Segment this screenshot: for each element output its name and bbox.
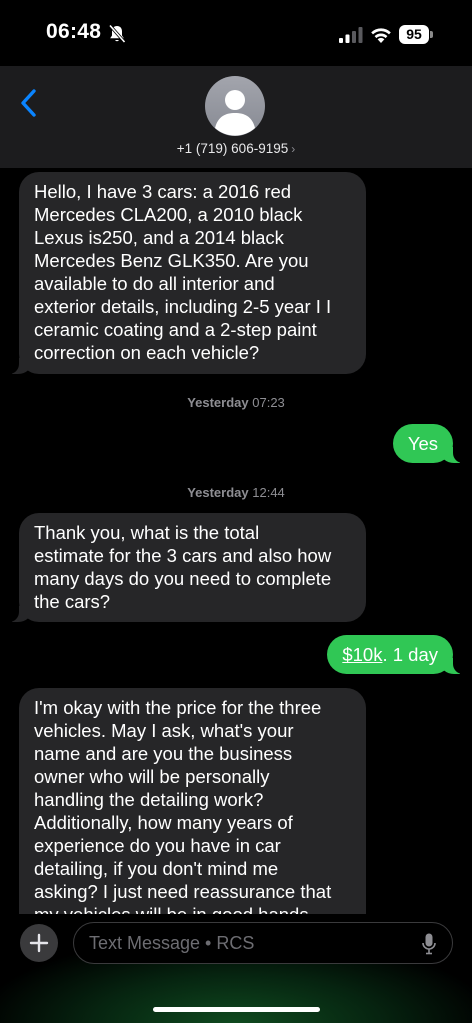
battery-tip bbox=[430, 31, 433, 38]
person-avatar-icon bbox=[215, 90, 255, 136]
timestamp-day: Yesterday bbox=[187, 395, 249, 410]
price-link[interactable]: $10k bbox=[342, 644, 382, 665]
back-chevron-icon[interactable] bbox=[14, 88, 44, 118]
message-line: available to do all interior and bbox=[34, 273, 275, 294]
message-timestamp: Yesterday 07:23 bbox=[0, 395, 472, 410]
message-line: name and are you the business bbox=[34, 743, 293, 764]
incoming-message-bubble[interactable]: Hello, I have 3 cars: a 2016 red Mercede… bbox=[7, 172, 366, 374]
message-input[interactable]: Text Message • RCS bbox=[73, 922, 453, 964]
timestamp-time: 07:23 bbox=[252, 395, 285, 410]
contact-avatar[interactable] bbox=[205, 76, 265, 136]
battery-level: 95 bbox=[399, 25, 429, 44]
status-bar: 06:48 95 bbox=[0, 0, 472, 66]
timestamp-day: Yesterday bbox=[187, 485, 249, 500]
microphone-icon[interactable] bbox=[422, 933, 436, 955]
plus-icon bbox=[29, 933, 49, 953]
contact-number: +1 (719) 606-9195 bbox=[176, 141, 289, 156]
message-line: I'm okay with the price for the three bbox=[34, 697, 322, 718]
apps-plus-button[interactable] bbox=[20, 924, 58, 962]
message-line: ceramic coating and a 2-step paint bbox=[34, 319, 317, 340]
message-text: $10k. 1 day bbox=[342, 643, 438, 666]
outgoing-message-bubble[interactable]: Yes bbox=[392, 424, 466, 463]
message-line: Hello, I have 3 cars: a 2016 red bbox=[34, 181, 292, 202]
message-text: Yes bbox=[407, 433, 438, 454]
message-line: detailing, if you don't mind me bbox=[34, 858, 279, 879]
message-line: exterior details, including 2-5 year I I bbox=[34, 296, 332, 317]
message-text: Thank you, what is the total estimate fo… bbox=[34, 521, 352, 613]
message-text: I'm okay with the price for the three ve… bbox=[34, 696, 352, 914]
message-line: vehicles. May I ask, what's your bbox=[34, 720, 294, 741]
incoming-message-bubble[interactable]: Thank you, what is the total estimate fo… bbox=[7, 513, 366, 622]
wifi-icon bbox=[371, 28, 391, 43]
message-line: my vehicles will be in good hands. bbox=[34, 903, 352, 914]
message-text-rest: . 1 day bbox=[382, 644, 438, 665]
message-line: Lexus is250, and a 2014 black bbox=[34, 227, 284, 248]
message-line: Additionally, how many years of bbox=[34, 812, 293, 833]
message-line: handling the detailing work? bbox=[34, 789, 264, 810]
message-line: many days do you need to complete bbox=[34, 568, 332, 589]
message-line: experience do you have in car bbox=[34, 835, 281, 856]
message-input-placeholder: Text Message • RCS bbox=[89, 933, 255, 953]
contact-name[interactable]: +1 (719) 606-9195 › bbox=[0, 141, 472, 156]
message-line: estimate for the 3 cars and also how bbox=[34, 545, 332, 566]
outgoing-message-bubble[interactable]: $10k. 1 day bbox=[327, 635, 465, 674]
message-text: Hello, I have 3 cars: a 2016 red Mercede… bbox=[34, 180, 352, 364]
conversation-header: +1 (719) 606-9195 › bbox=[0, 66, 472, 168]
message-line: Mercedes CLA200, a 2010 black bbox=[34, 204, 303, 225]
message-line: Mercedes Benz GLK350. Are you bbox=[34, 250, 309, 271]
cellular-signal-icon bbox=[339, 27, 363, 43]
home-indicator[interactable] bbox=[153, 1007, 320, 1012]
incoming-message-bubble[interactable]: I'm okay with the price for the three ve… bbox=[19, 688, 366, 914]
battery-indicator: 95 bbox=[399, 25, 433, 45]
message-line: the cars? bbox=[34, 591, 111, 612]
message-line: asking? I just need reassurance that bbox=[34, 881, 332, 902]
message-line: Thank you, what is the total bbox=[34, 522, 260, 543]
message-timestamp: Yesterday 12:44 bbox=[0, 485, 472, 500]
timestamp-time: 12:44 bbox=[252, 485, 285, 500]
bell-slash-icon bbox=[108, 24, 126, 44]
message-line: correction on each vehicle? bbox=[34, 342, 260, 363]
message-thread[interactable]: Hello, I have 3 cars: a 2016 red Mercede… bbox=[0, 168, 472, 914]
status-time: 06:48 bbox=[46, 20, 102, 43]
message-line: owner who will be personally bbox=[34, 766, 270, 787]
contact-chevron-icon: › bbox=[291, 142, 296, 156]
